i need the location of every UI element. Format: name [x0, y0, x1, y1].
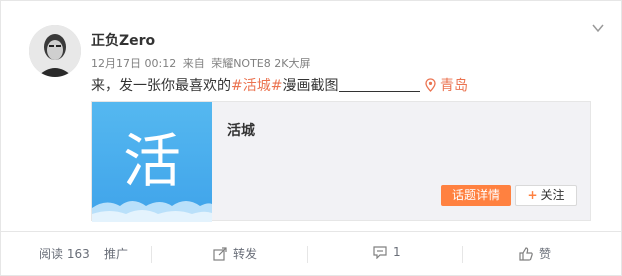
- repost-button[interactable]: 转发: [213, 245, 257, 262]
- timestamp[interactable]: 12月17日 00:12: [91, 57, 176, 70]
- chevron-down-icon[interactable]: [591, 21, 605, 35]
- follow-label: 关注: [540, 188, 565, 202]
- blank-underline: [339, 78, 421, 92]
- footer-separator: [307, 246, 308, 263]
- like-label: 赞: [539, 247, 552, 261]
- promote-button[interactable]: 推广: [104, 245, 128, 262]
- topic-title[interactable]: 活城: [227, 120, 255, 140]
- like-button[interactable]: 赞: [519, 245, 551, 262]
- weibo-post-card: 正负Zero 12月17日 00:12 来自 荣耀NOTE8 2K大屏 来，发一…: [0, 0, 622, 276]
- avatar[interactable]: [29, 25, 81, 77]
- footer-separator: [151, 246, 152, 263]
- topic-thumbnail-glyph: 活: [122, 127, 181, 195]
- topic-thumbnail[interactable]: 活: [92, 102, 212, 222]
- repost-label: 转发: [233, 247, 258, 261]
- post-text: 来，发一张你最喜欢的#活城#漫画截图: [91, 75, 421, 95]
- like-icon: [519, 247, 533, 261]
- follow-button[interactable]: + 关注: [515, 185, 577, 206]
- read-count: 阅读 163: [39, 247, 90, 261]
- post-text-before: 来，发一张你最喜欢的: [91, 78, 231, 94]
- topic-link[interactable]: #活城#: [231, 78, 282, 94]
- source-prefix: 来自: [182, 57, 205, 70]
- location-pin-icon: [425, 78, 436, 92]
- topic-detail-button[interactable]: 话题详情: [441, 185, 511, 206]
- post-meta: 12月17日 00:12 来自 荣耀NOTE8 2K大屏: [91, 55, 313, 71]
- location-link[interactable]: 青岛: [425, 75, 468, 95]
- topic-card[interactable]: 活 活城 话题详情 + 关注: [91, 101, 591, 222]
- post-text-after: 漫画截图: [282, 78, 339, 94]
- plus-icon: +: [527, 188, 538, 202]
- footer-separator: [462, 246, 463, 263]
- comment-icon: [373, 246, 387, 260]
- comment-count: 1: [393, 245, 401, 259]
- repost-icon: [213, 247, 227, 261]
- post-footer: 阅读 163 推广 转发 1 赞: [1, 232, 622, 276]
- comment-button[interactable]: 1: [373, 245, 401, 260]
- username[interactable]: 正负Zero: [91, 30, 155, 50]
- source-device[interactable]: 荣耀NOTE8 2K大屏: [211, 57, 310, 70]
- location-label: 青岛: [440, 78, 468, 94]
